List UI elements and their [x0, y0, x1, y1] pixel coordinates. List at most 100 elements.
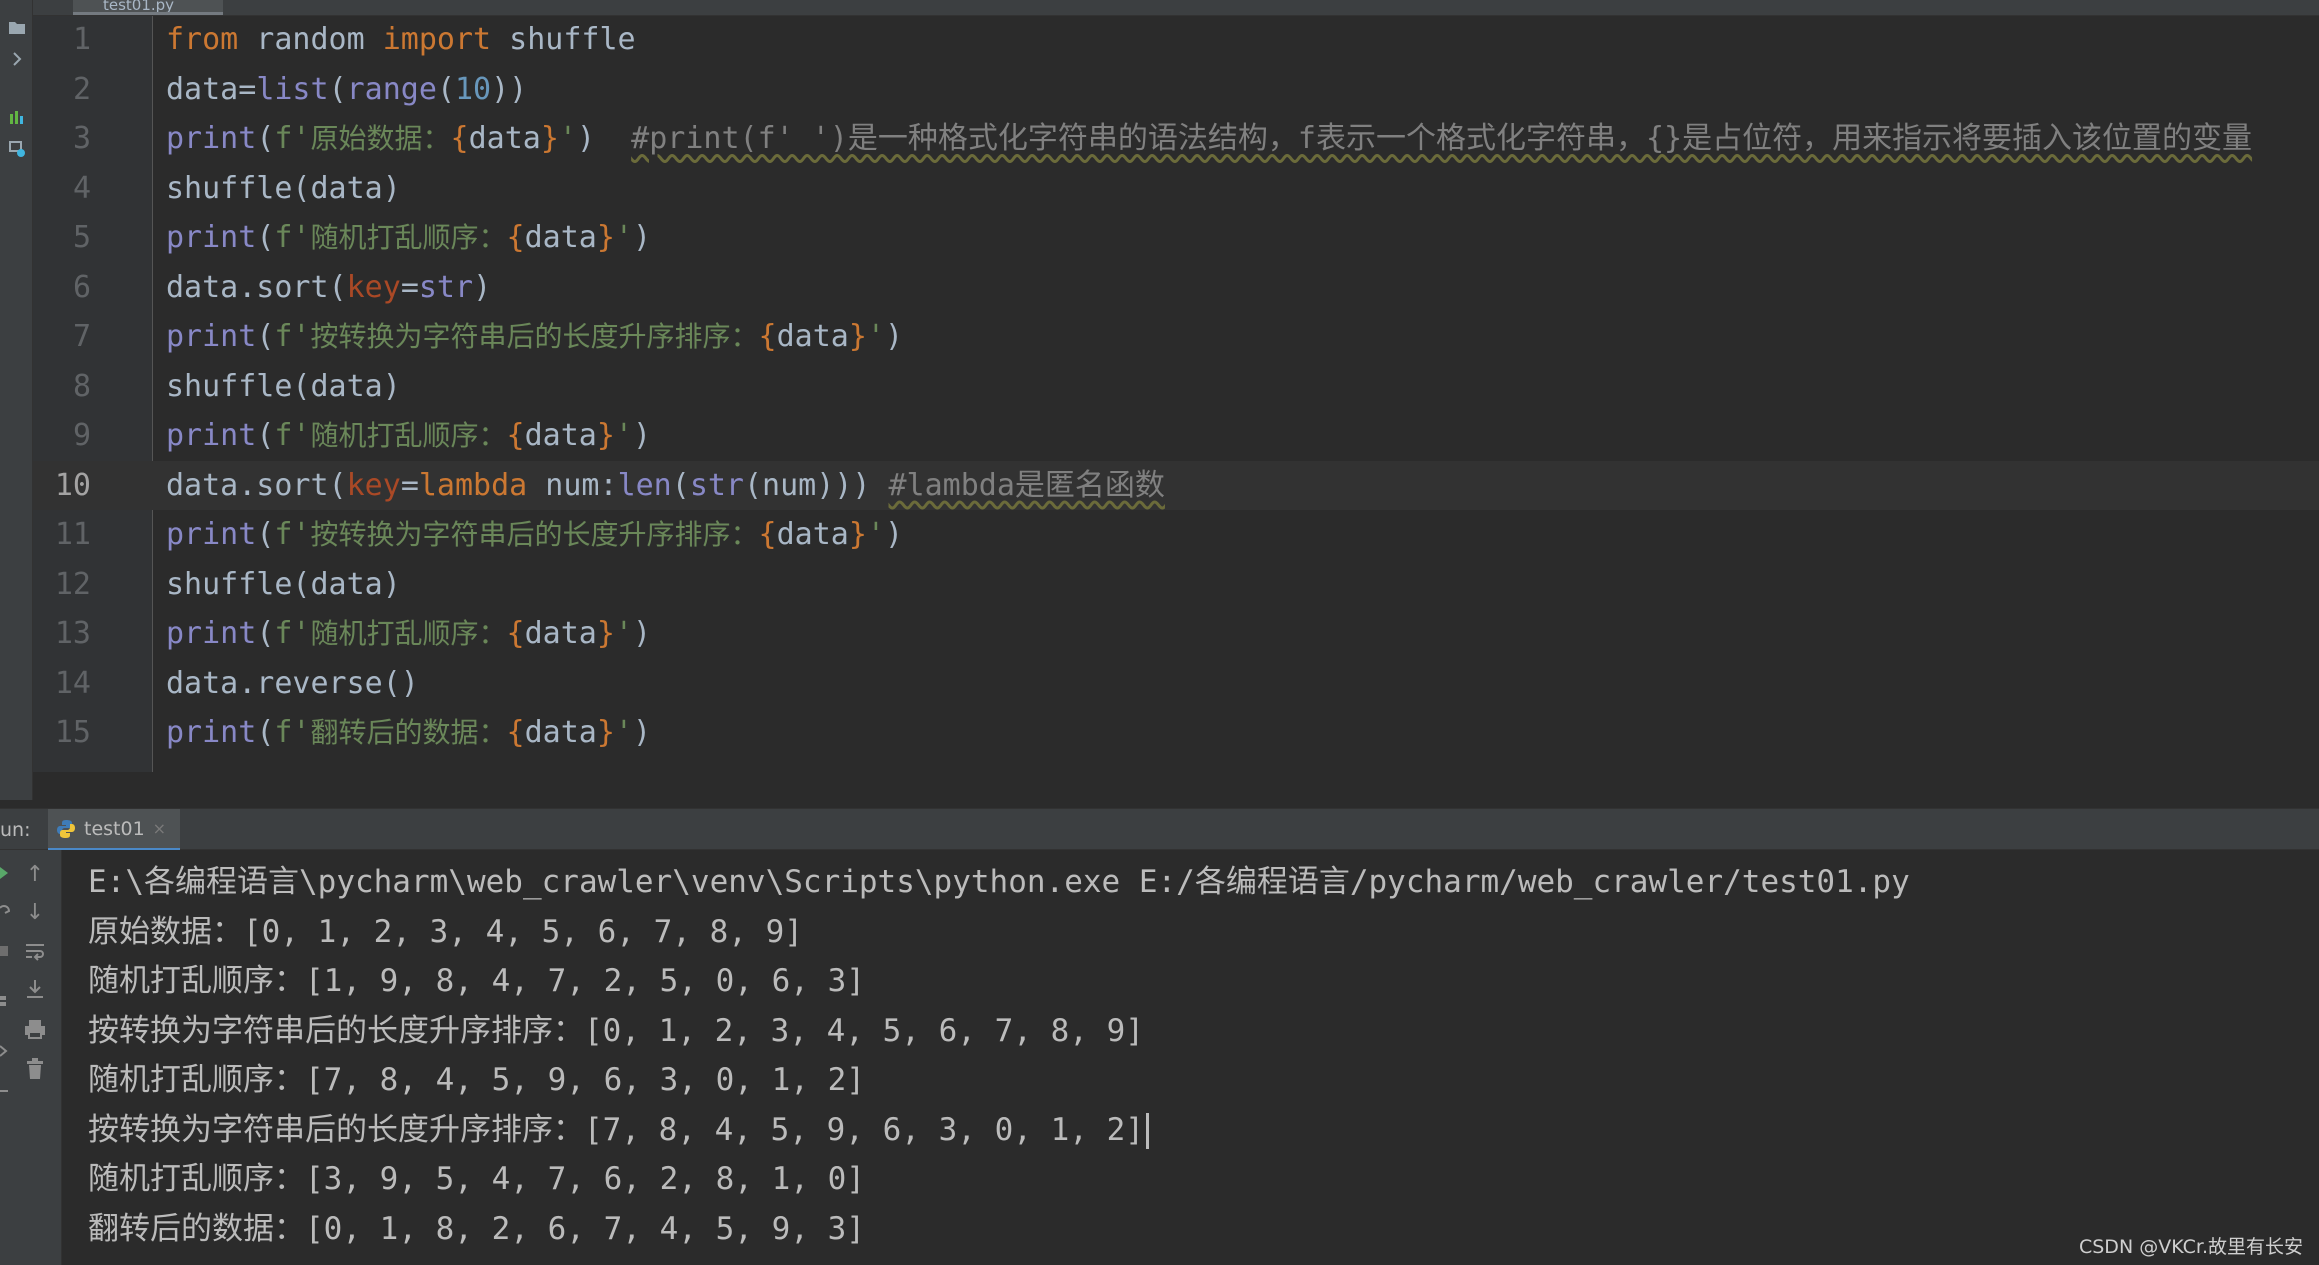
- text-caret: [1145, 1113, 1149, 1149]
- code-token: (: [671, 467, 690, 503]
- code-token: (: [328, 71, 347, 107]
- code-token: }: [596, 418, 615, 453]
- code-line[interactable]: 9 print(f'随机打乱顺序：{data}'): [33, 411, 2319, 461]
- code-line[interactable]: 7 print(f'按转换为字符串后的长度升序排序：{data}'): [33, 312, 2319, 362]
- code-token: (: [256, 715, 275, 750]
- code-token: print: [166, 418, 257, 453]
- trash-icon[interactable]: [22, 1056, 48, 1082]
- code-token: f': [274, 418, 311, 453]
- code-token: len: [617, 467, 672, 503]
- editor-bottom-area: [33, 772, 2319, 808]
- services-icon[interactable]: [8, 140, 26, 158]
- line-number: 5: [72, 220, 91, 255]
- chevron-right-icon[interactable]: [8, 50, 26, 68]
- up-arrow-icon[interactable]: ↑: [22, 862, 48, 888]
- soft-wrap-icon[interactable]: [22, 938, 48, 964]
- code-line[interactable]: 5 print(f'随机打乱顺序：{data}'): [33, 213, 2319, 263]
- code-token: {: [506, 616, 525, 651]
- line-number: 9: [72, 418, 91, 453]
- code-token: {: [506, 715, 525, 750]
- code-token: ': [614, 220, 633, 255]
- run-panel-header: un: test01 ×: [0, 808, 2319, 851]
- code-line[interactable]: 12 shuffle(data): [33, 560, 2319, 610]
- line-number: 8: [72, 368, 91, 404]
- run-panel-label: un:: [0, 819, 31, 841]
- code-text: print(f'按转换为字符串后的长度升序排序：{data}'): [166, 510, 903, 560]
- folder-icon[interactable]: [8, 18, 26, 36]
- code-line[interactable]: 3 print(f'原始数据：{data}') #print(f' ')是一种格式…: [33, 114, 2319, 164]
- pin-icon[interactable]: [0, 992, 10, 1010]
- wrench-icon[interactable]: [0, 902, 10, 920]
- code-token: (: [256, 616, 275, 651]
- line-number: 10: [54, 467, 91, 503]
- code-line[interactable]: 15 print(f'翻转后的数据：{data}'): [33, 708, 2319, 758]
- print-icon[interactable]: [22, 1016, 48, 1042]
- code-token: random: [238, 22, 383, 57]
- line-number: 4: [72, 170, 91, 206]
- layout-icon[interactable]: [0, 1042, 10, 1060]
- code-token: data: [524, 616, 597, 651]
- rerun-icon[interactable]: [0, 864, 10, 882]
- code-text: print(f'按转换为字符串后的长度升序排序：{data}'): [166, 312, 903, 362]
- code-token: f': [274, 517, 311, 552]
- code-token: data: [524, 418, 597, 453]
- close-icon[interactable]: ×: [153, 819, 166, 838]
- console-text: 随机打乱顺序：[1, 9, 8, 4, 7, 2, 5, 0, 6, 3]: [88, 963, 865, 999]
- code-token: key: [346, 269, 401, 305]
- code-line[interactable]: 1 from random import shuffle: [33, 15, 2319, 65]
- code-token: (num))): [744, 467, 889, 503]
- run-console-output[interactable]: E:\各编程语言\pycharm\web_crawler\venv\Script…: [62, 850, 2319, 1265]
- line-number: 2: [72, 71, 91, 107]
- editor-file-tab[interactable]: test01.py: [73, 0, 223, 15]
- code-token: 原始数据：: [310, 122, 451, 155]
- line-number: 6: [72, 269, 91, 305]
- run-tab-label: test01: [84, 817, 145, 840]
- code-line[interactable]: 2 data=list(range(10)): [33, 65, 2319, 115]
- code-token: 10: [455, 71, 492, 107]
- code-comment: #lambda是匿名函数: [888, 467, 1165, 503]
- scroll-to-end-icon[interactable]: [22, 976, 48, 1002]
- code-token: ': [614, 616, 633, 651]
- code-line[interactable]: 6 data.sort(key=str): [33, 263, 2319, 313]
- code-line[interactable]: 13 print(f'随机打乱顺序：{data}'): [33, 609, 2319, 659]
- code-text: shuffle(data): [166, 362, 401, 412]
- console-line: 翻转后的数据：[0, 1, 8, 2, 6, 7, 4, 5, 9, 3]: [88, 1205, 865, 1255]
- run-tab-test01[interactable]: test01 ×: [48, 809, 181, 851]
- code-line[interactable]: 4 shuffle(data): [33, 164, 2319, 214]
- console-line: 随机打乱顺序：[3, 9, 5, 4, 7, 6, 2, 8, 1, 0]: [88, 1155, 865, 1205]
- code-token: ): [473, 269, 492, 305]
- console-text: 原始数据：[0, 1, 2, 3, 4, 5, 6, 7, 8, 9]: [88, 913, 803, 950]
- code-token: str: [689, 467, 744, 503]
- code-token: f': [274, 616, 311, 651]
- console-line: 随机打乱顺序：[7, 8, 4, 5, 9, 6, 3, 0, 1, 2]: [88, 1056, 865, 1106]
- code-token: )): [491, 71, 528, 107]
- code-token: f': [274, 220, 311, 255]
- code-token: f': [274, 121, 311, 156]
- code-token: =: [400, 467, 419, 503]
- down-arrow-icon[interactable]: ↓: [22, 900, 48, 926]
- structure-icon[interactable]: [8, 108, 26, 126]
- code-token: ': [614, 418, 633, 453]
- code-line[interactable]: 11 print(f'按转换为字符串后的长度升序排序：{data}'): [33, 510, 2319, 560]
- code-token: {: [450, 121, 469, 156]
- code-token: data.sort(: [166, 269, 347, 305]
- code-line[interactable]: 8 shuffle(data): [33, 362, 2319, 412]
- run-toolbar: ↑ ↓: [0, 850, 62, 1265]
- line-number: 1: [72, 22, 91, 57]
- arrow-icon[interactable]: [0, 1082, 10, 1100]
- code-text: data.sort(key=lambda num:len(str(num))) …: [166, 461, 1165, 511]
- code-line[interactable]: 14 data.reverse(): [33, 659, 2319, 709]
- code-token: (: [256, 517, 275, 552]
- code-token: shuffle: [491, 22, 636, 57]
- code-token: ): [632, 418, 652, 453]
- code-editor[interactable]: 1 from random import shuffle 2 data=list(ra…: [33, 16, 2319, 772]
- code-text: print(f'随机打乱顺序：{data}'): [166, 609, 651, 659]
- stop-icon[interactable]: [0, 942, 10, 960]
- code-token: shuffle(data): [166, 566, 401, 602]
- code-token: 按转换为字符串后的长度升序排序：: [310, 320, 759, 353]
- code-token: shuffle(data): [166, 170, 401, 206]
- line-number: 14: [54, 665, 91, 701]
- code-text: data.reverse(): [166, 659, 419, 709]
- code-token: data: [776, 319, 849, 354]
- code-line[interactable]: 10 data.sort(key=lambda num:len(str(num))…: [33, 460, 2319, 511]
